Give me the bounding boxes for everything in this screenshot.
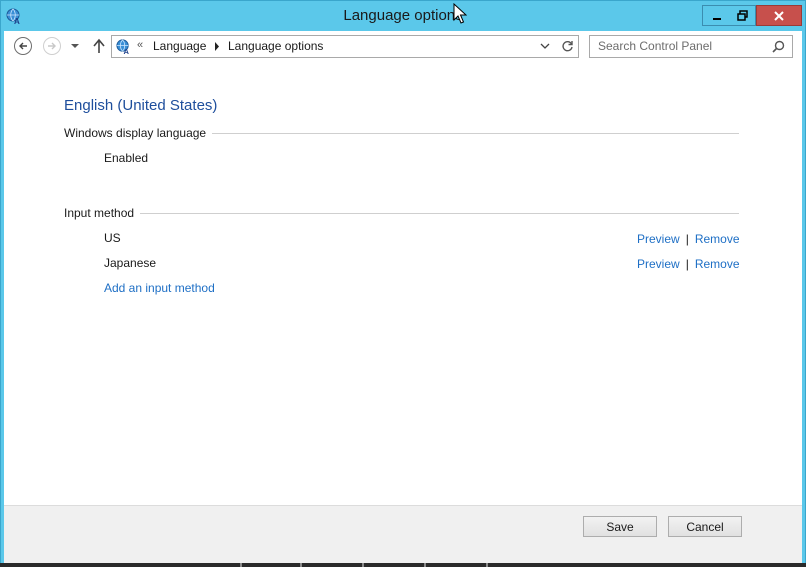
address-dropdown-chevron-down-icon[interactable] (540, 42, 550, 51)
recent-locations-chevron-down-icon[interactable] (70, 41, 80, 51)
restore-icon (736, 10, 748, 21)
breadcrumb-item-language-options[interactable]: Language options (228, 39, 323, 53)
taskbar-divider (362, 563, 364, 567)
remove-link[interactable]: Remove (695, 257, 740, 271)
taskbar-divider (300, 563, 302, 567)
breadcrumb-overflow[interactable]: « (137, 39, 143, 51)
client-area: A « Language Language options Search Con… (4, 31, 802, 563)
restore-button[interactable] (729, 5, 756, 26)
link-separator: | (685, 257, 689, 271)
dialog-footer: Save Cancel (4, 505, 802, 563)
input-method-section-header: Input method (64, 205, 739, 221)
cancel-button[interactable]: Cancel (668, 516, 742, 537)
search-box[interactable]: Search Control Panel (589, 35, 793, 58)
close-button[interactable] (756, 5, 802, 26)
breadcrumb-separator-icon[interactable] (214, 42, 220, 51)
search-input[interactable]: Search Control Panel (598, 39, 712, 53)
preview-link[interactable]: Preview (637, 232, 680, 246)
preview-link[interactable]: Preview (637, 257, 680, 271)
window-title: Language options (343, 7, 463, 24)
mouse-pointer-icon (453, 3, 467, 24)
link-separator: | (685, 232, 689, 246)
display-language-status: Enabled (104, 151, 149, 165)
forward-arrow-icon (48, 42, 56, 50)
display-language-section-header: Windows display language (64, 125, 739, 141)
input-method-name: Japanese (104, 256, 157, 270)
input-method-actions: Preview | Remove (637, 256, 740, 272)
svg-text:A: A (124, 47, 130, 55)
section-divider (212, 132, 739, 134)
address-bar[interactable]: A « Language Language options (111, 35, 579, 58)
back-button[interactable] (14, 37, 32, 55)
main-content: English (United States) Windows display … (4, 63, 802, 505)
minimize-button[interactable] (702, 5, 731, 26)
breadcrumb-item-language[interactable]: Language (153, 39, 206, 53)
search-icon[interactable] (772, 40, 785, 53)
remove-link[interactable]: Remove (695, 232, 740, 246)
taskbar-divider (424, 563, 426, 567)
close-icon (774, 10, 784, 21)
input-method-actions: Preview | Remove (637, 231, 740, 247)
navigation-bar: A « Language Language options Search Con… (4, 31, 802, 63)
save-button[interactable]: Save (583, 516, 657, 537)
title-bar[interactable]: A Language options (1, 1, 805, 31)
minimize-icon (712, 17, 721, 20)
input-method-name: US (104, 231, 121, 245)
section-title: Input method (64, 206, 135, 220)
taskbar-divider (240, 563, 242, 567)
taskbar-divider (486, 563, 488, 567)
add-input-method-link[interactable]: Add an input method (104, 281, 215, 295)
forward-button[interactable] (43, 37, 61, 55)
section-divider (140, 212, 739, 214)
back-arrow-icon (19, 42, 27, 50)
section-title: Windows display language (64, 126, 207, 140)
up-arrow-icon[interactable] (92, 38, 106, 54)
refresh-icon[interactable] (561, 40, 574, 53)
language-heading: English (United States) (64, 97, 218, 114)
taskbar-edge (0, 563, 806, 567)
language-options-window: A Language options A « Language Language… (0, 0, 806, 565)
language-globe-icon: A (116, 39, 130, 55)
